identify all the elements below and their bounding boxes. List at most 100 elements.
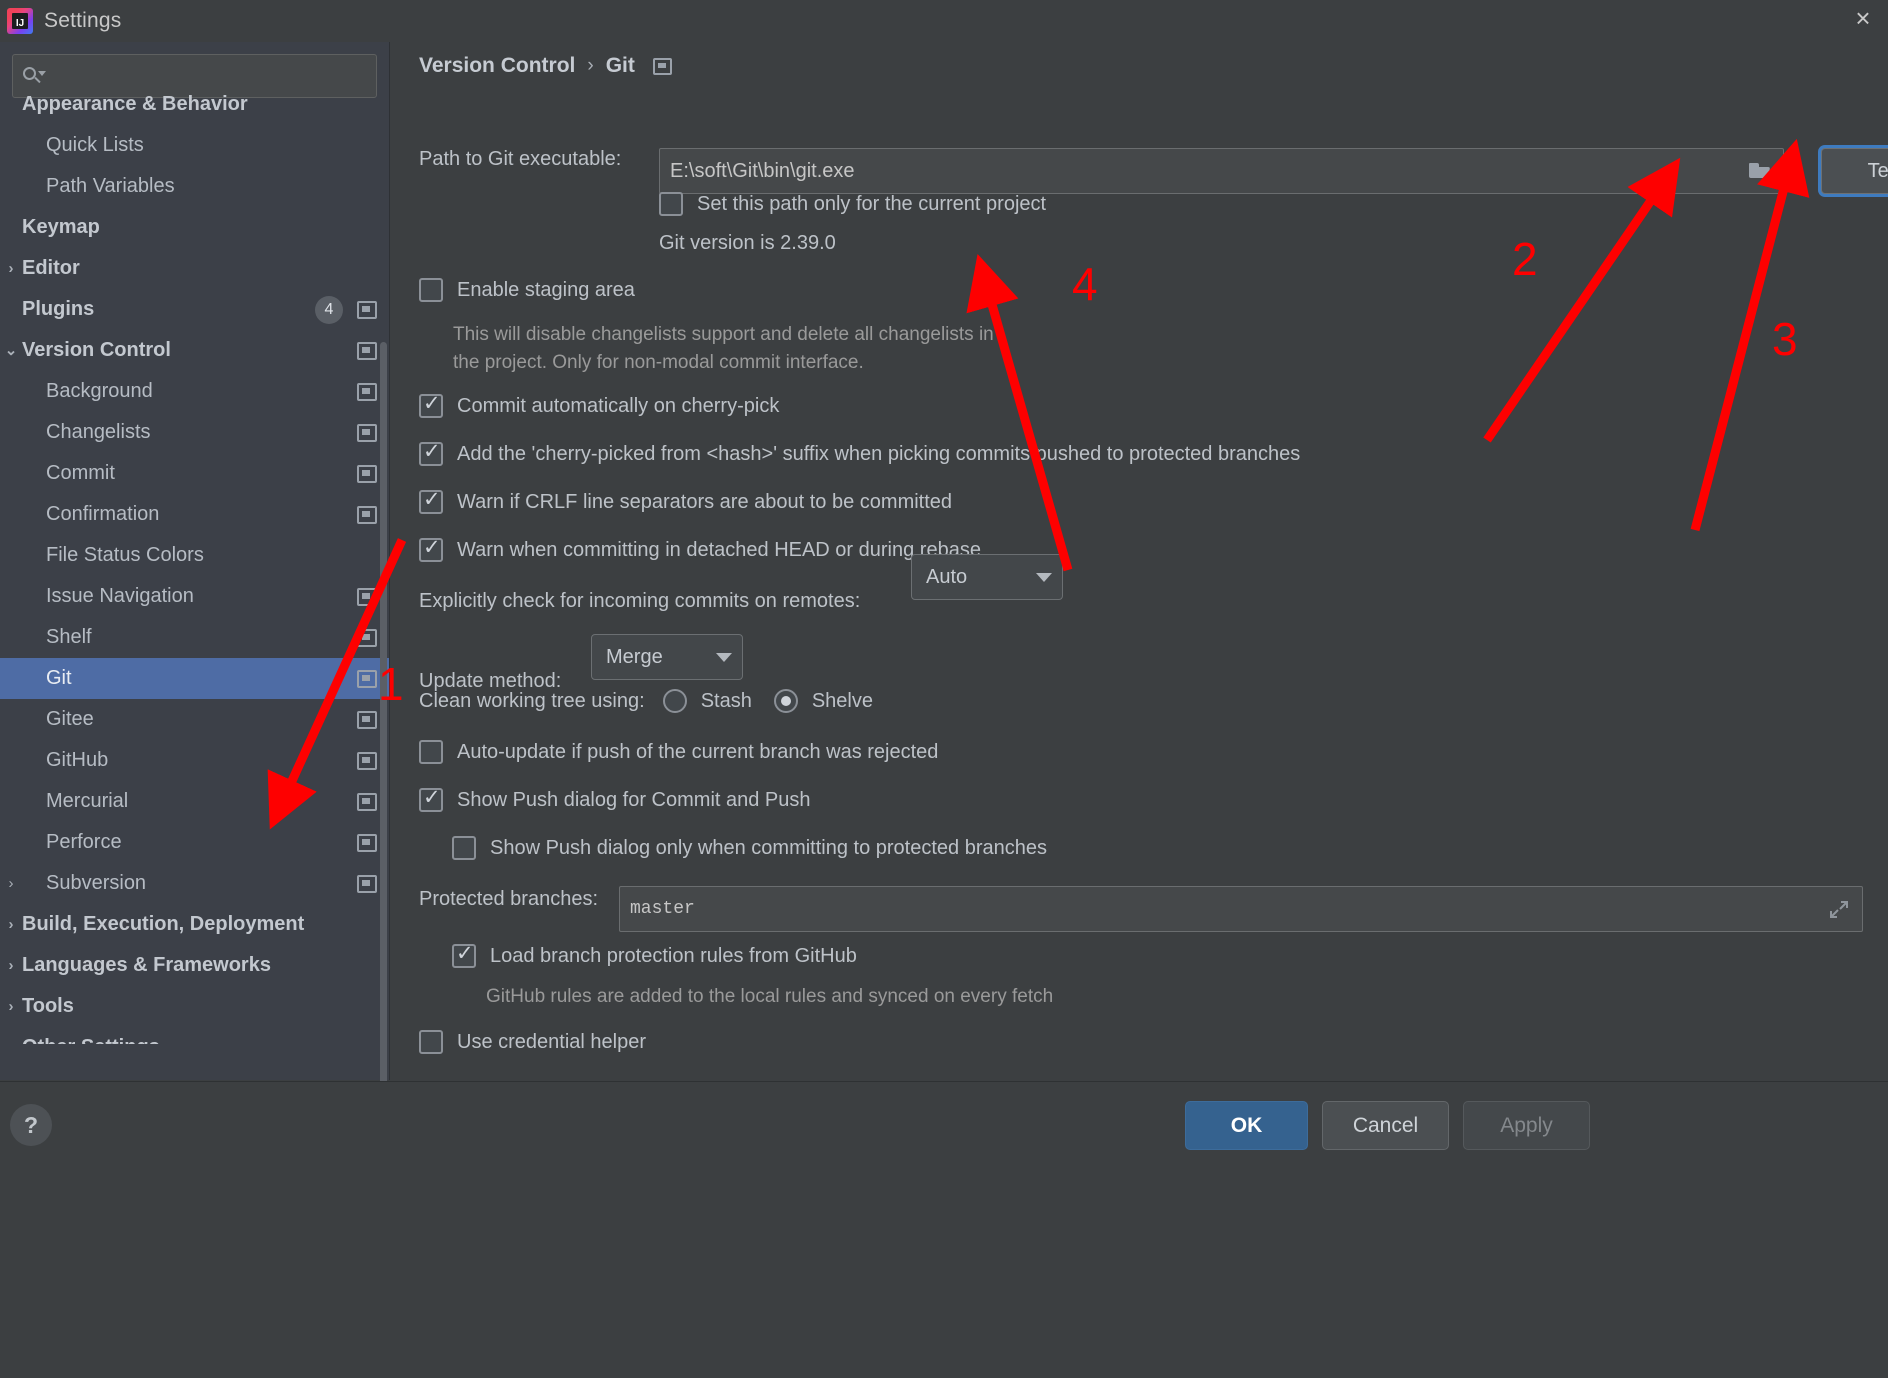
protected-branches-input[interactable]: master	[619, 886, 1863, 932]
set-path-only-row[interactable]: Set this path only for the current proje…	[659, 192, 1046, 216]
warn-crlf-checkbox[interactable]	[419, 488, 443, 514]
sidebar-item-commit[interactable]: Commit	[0, 453, 389, 494]
sidebar-item-changelists[interactable]: Changelists	[0, 412, 389, 453]
sidebar-item-background[interactable]: Background	[0, 371, 389, 412]
chevron-down-icon[interactable]: ⌄	[0, 343, 22, 358]
commit-cherry-pick-row[interactable]: Commit automatically on cherry-pick	[419, 392, 780, 418]
close-icon[interactable]: ×	[1846, 2, 1880, 34]
sidebar-item-quick-lists[interactable]: Quick Lists	[0, 125, 389, 166]
clean-tree-stash-radio[interactable]	[662, 689, 687, 713]
settings-sync-icon[interactable]	[357, 833, 377, 852]
breadcrumb: Version Control › Git	[419, 54, 672, 78]
incoming-commits-select[interactable]: Auto	[911, 554, 1063, 600]
sidebar-item-label: Commit	[46, 462, 115, 484]
show-push-dialog-checkbox[interactable]	[419, 786, 443, 812]
warn-crlf-row[interactable]: Warn if CRLF line separators are about t…	[419, 488, 952, 514]
chevron-right-icon[interactable]: ›	[0, 958, 22, 973]
settings-sync-icon[interactable]	[357, 792, 377, 811]
show-push-dialog-row[interactable]: Show Push dialog for Commit and Push	[419, 786, 811, 812]
test-button[interactable]: Test	[1821, 148, 1888, 194]
help-button[interactable]: ?	[10, 1104, 52, 1146]
sidebar-item-path-variables[interactable]: Path Variables	[0, 166, 389, 207]
sidebar-item-keymap[interactable]: Keymap	[0, 207, 389, 248]
settings-sync-icon[interactable]	[652, 57, 672, 75]
commit-cherry-pick-checkbox[interactable]	[419, 392, 443, 418]
use-credential-helper-checkbox[interactable]	[419, 1030, 443, 1054]
chevron-right-icon[interactable]: ›	[0, 261, 22, 276]
folder-browse-icon[interactable]	[1747, 161, 1773, 181]
sidebar-item-label: Confirmation	[46, 503, 160, 525]
settings-sync-icon[interactable]	[357, 874, 377, 893]
settings-sync-icon[interactable]	[357, 464, 377, 483]
auto-update-checkbox[interactable]	[419, 740, 443, 764]
set-path-only-checkbox[interactable]	[659, 192, 683, 216]
sidebar-item-build-execution-deployment[interactable]: › Build, Execution, Deployment	[0, 904, 389, 945]
sidebar-item-mercurial[interactable]: Mercurial	[0, 781, 389, 822]
commit-cherry-pick-label: Commit automatically on cherry-pick	[457, 394, 780, 417]
sidebar-item-label: Background	[46, 380, 153, 402]
sidebar-item-plugins[interactable]: Plugins 4	[0, 289, 389, 330]
load-branch-rules-row[interactable]: Load branch protection rules from GitHub	[452, 942, 857, 968]
expand-icon[interactable]	[1826, 898, 1852, 920]
sidebar-item-label: Shelf	[46, 626, 92, 648]
auto-update-row[interactable]: Auto-update if push of the current branc…	[419, 740, 938, 764]
show-push-protected-label: Show Push dialog only when committing to…	[490, 836, 1047, 859]
chevron-right-icon[interactable]: ›	[0, 876, 22, 891]
incoming-commits-value: Auto	[926, 565, 968, 588]
show-push-protected-row[interactable]: Show Push dialog only when committing to…	[452, 836, 1047, 860]
ok-button[interactable]: OK	[1185, 1101, 1308, 1150]
chevron-right-icon[interactable]: ›	[0, 999, 22, 1014]
settings-sync-icon[interactable]	[357, 341, 377, 360]
settings-sync-icon[interactable]	[357, 751, 377, 770]
settings-sync-icon[interactable]	[357, 628, 377, 647]
settings-sync-icon[interactable]	[357, 669, 377, 688]
chevron-right-icon[interactable]: ›	[0, 917, 22, 932]
settings-sync-icon[interactable]	[357, 423, 377, 442]
chevron-down-icon	[1036, 572, 1052, 582]
clean-tree-shelve-radio[interactable]	[773, 689, 798, 713]
sidebar-item-editor[interactable]: › Editor	[0, 248, 389, 289]
chevron-right-icon[interactable]: ›	[0, 1040, 22, 1044]
use-credential-helper-row[interactable]: Use credential helper	[419, 1030, 646, 1054]
update-method-select[interactable]: Merge	[591, 634, 743, 680]
sidebar-item-appearance-behavior[interactable]: Appearance & Behavior	[0, 84, 389, 125]
sidebar-item-perforce[interactable]: Perforce	[0, 822, 389, 863]
breadcrumb-separator: ›	[587, 55, 594, 76]
sidebar-item-label: Version Control	[22, 339, 171, 361]
warn-detached-head-checkbox[interactable]	[419, 536, 443, 562]
settings-tree[interactable]: Appearance & Behavior Quick Lists Path Var…	[0, 84, 389, 1044]
settings-sync-icon[interactable]	[357, 382, 377, 401]
add-cherry-picked-suffix-checkbox[interactable]	[419, 440, 443, 466]
add-cherry-picked-suffix-row[interactable]: Add the 'cherry-picked from <hash>' suff…	[419, 440, 1301, 466]
clean-tree-stash-label: Stash	[700, 689, 752, 712]
sidebar-item-file-status-colors[interactable]: File Status Colors	[0, 535, 389, 576]
sidebar-item-tools[interactable]: › Tools	[0, 986, 389, 1027]
enable-staging-row[interactable]: Enable staging area	[419, 278, 635, 302]
apply-button[interactable]: Apply	[1463, 1101, 1590, 1150]
sidebar-item-other-settings[interactable]: ›Other Settings	[0, 1027, 389, 1044]
show-push-protected-checkbox[interactable]	[452, 836, 476, 860]
git-executable-path-input[interactable]: E:\soft\Git\bin\git.exe	[659, 148, 1784, 194]
add-cherry-picked-suffix-label: Add the 'cherry-picked from <hash>' suff…	[457, 442, 1301, 465]
settings-sync-icon[interactable]	[357, 587, 377, 606]
sidebar-item-version-control[interactable]: ⌄ Version Control	[0, 330, 389, 371]
sidebar-item-subversion[interactable]: › Subversion	[0, 863, 389, 904]
sidebar-item-issue-navigation[interactable]: Issue Navigation	[0, 576, 389, 617]
sidebar-item-github[interactable]: GitHub	[0, 740, 389, 781]
sidebar-item-shelf[interactable]: Shelf	[0, 617, 389, 658]
settings-sync-icon[interactable]	[357, 710, 377, 729]
cancel-button[interactable]: Cancel	[1322, 1101, 1449, 1150]
settings-sync-icon[interactable]	[357, 300, 377, 319]
breadcrumb-root[interactable]: Version Control	[419, 54, 575, 78]
settings-sync-icon[interactable]	[357, 505, 377, 524]
enable-staging-checkbox[interactable]	[419, 278, 443, 302]
sidebar-item-git[interactable]: Git	[0, 658, 389, 699]
sidebar-item-languages-frameworks[interactable]: › Languages & Frameworks	[0, 945, 389, 986]
sidebar-scrollbar[interactable]	[380, 342, 387, 1102]
warn-detached-head-row[interactable]: Warn when committing in detached HEAD or…	[419, 536, 981, 562]
load-branch-rules-checkbox[interactable]	[452, 942, 476, 968]
sidebar-item-confirmation[interactable]: Confirmation	[0, 494, 389, 535]
sidebar-item-gitee[interactable]: Gitee	[0, 699, 389, 740]
expand-arrows-icon	[1830, 901, 1848, 918]
sidebar-item-label: Mercurial	[46, 790, 129, 812]
